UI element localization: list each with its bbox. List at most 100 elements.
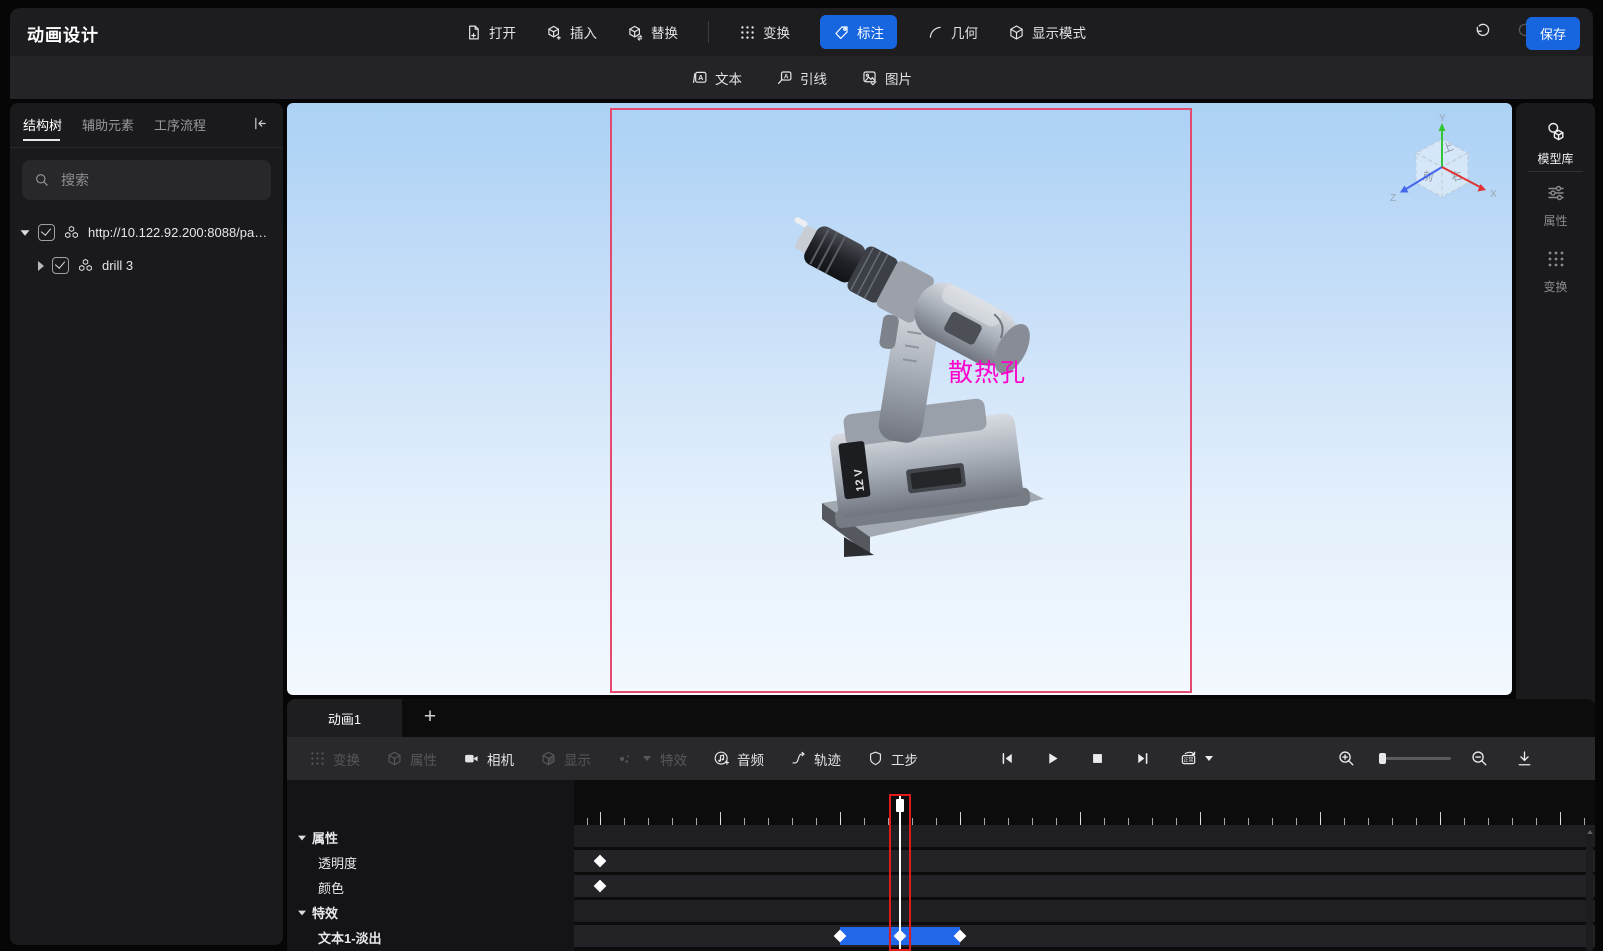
model-library-icon xyxy=(1547,122,1563,141)
row-color[interactable]: 颜色 xyxy=(318,878,344,897)
assembly-icon xyxy=(79,258,92,272)
zoom-in-icon[interactable] xyxy=(1337,749,1356,768)
camera-icon xyxy=(465,754,478,763)
search-icon xyxy=(36,174,48,186)
geometry-button[interactable]: 几何 xyxy=(927,22,978,42)
search-box[interactable] xyxy=(22,160,271,200)
tree-node-drill3[interactable]: drill 3 xyxy=(38,257,133,274)
playback-speed-button[interactable]: 正常 xyxy=(1179,750,1213,767)
track-lane-opacity[interactable] xyxy=(574,850,1595,872)
properties-sliders-icon xyxy=(1547,185,1564,201)
timeline-track-button[interactable]: 轨迹 xyxy=(790,749,841,769)
tree-node-package[interactable]: http://10.122.92.200:8088/pack… xyxy=(20,224,278,241)
annotation-toolbar: A 文本 A 引线 图片 xyxy=(10,56,1593,99)
row-group-effects[interactable]: 特效 xyxy=(297,903,338,922)
track-curve-icon xyxy=(792,751,805,764)
zoom-out-icon[interactable] xyxy=(1470,749,1489,768)
transform-grid-icon xyxy=(741,25,754,39)
save-button[interactable]: 保存 xyxy=(1525,17,1580,50)
leader-annotation-button[interactable]: A 引线 xyxy=(776,68,827,88)
title-bar: 动画设计 打开 插入 替换 变换 标注 几何 显示模式 保存 xyxy=(10,8,1593,56)
sidebar-item-model-library[interactable]: 模型库 xyxy=(1516,121,1595,167)
open-file-icon xyxy=(469,25,479,39)
undo-icon[interactable] xyxy=(1473,23,1492,42)
timeline-step-button[interactable]: 工步 xyxy=(867,749,918,769)
image-annotation-button[interactable]: 图片 xyxy=(861,68,912,88)
timeline-ruler[interactable]: 0 1 2 3 4 5 6 7 8 xyxy=(574,780,1595,886)
display-mode-button[interactable]: 显示模式 xyxy=(1008,22,1086,42)
row-opacity[interactable]: 透明度 xyxy=(318,853,357,872)
tab-auxiliary-elements[interactable]: 辅助元素 xyxy=(82,115,134,134)
insert-cube-icon xyxy=(548,25,561,40)
timeline-audio-button[interactable]: 音频 xyxy=(713,749,764,769)
track-lane-text1-fadeout[interactable] xyxy=(574,925,1595,947)
audio-icon xyxy=(714,751,730,765)
group-lane-effects xyxy=(574,900,1595,922)
image-icon xyxy=(863,71,877,86)
export-icon[interactable] xyxy=(1515,749,1534,768)
speed-dropdown-caret xyxy=(1205,756,1213,761)
prev-frame-icon[interactable] xyxy=(999,750,1016,767)
gizmo-axis-x: X xyxy=(1490,189,1497,200)
insert-button[interactable]: 插入 xyxy=(546,22,597,42)
track-lane-color[interactable] xyxy=(574,875,1595,897)
text-annotation-button[interactable]: A 文本 xyxy=(691,68,742,88)
effects-sparkle-icon xyxy=(620,755,629,763)
group-expand-icon[interactable] xyxy=(298,910,306,915)
row-group-properties[interactable]: 属性 xyxy=(297,828,338,847)
timeline-properties-button[interactable]: 属性 xyxy=(386,749,437,769)
cube-icon xyxy=(388,751,401,766)
sidebar-item-transform[interactable]: 变换 xyxy=(1516,249,1595,295)
add-animation-tab-button[interactable]: + xyxy=(415,703,445,733)
svg-text:正常: 正常 xyxy=(1184,757,1194,764)
open-button[interactable]: 打开 xyxy=(465,22,516,42)
node-checkbox[interactable] xyxy=(52,257,69,274)
display-mode-cube-icon xyxy=(1010,24,1023,40)
tab-structure-tree[interactable]: 结构树 xyxy=(23,115,62,134)
text-annotation-icon: A xyxy=(692,71,707,84)
playhead-handle[interactable] xyxy=(896,799,904,812)
expand-arrow-icon[interactable] xyxy=(20,229,30,236)
annotate-button[interactable]: 标注 xyxy=(820,15,897,49)
effects-dropdown-caret xyxy=(643,756,651,761)
timeline-panel: 动画1 + 变换 属性 相机 显示 特效 音频 轨迹 工步 正常 属性 透明度 … xyxy=(287,699,1595,951)
annotation-text[interactable]: 散热孔 xyxy=(948,353,1026,389)
search-input[interactable] xyxy=(59,171,253,189)
replace-button[interactable]: 替换 xyxy=(627,22,678,42)
next-frame-icon[interactable] xyxy=(1134,750,1151,767)
group-expand-icon[interactable] xyxy=(298,835,306,840)
tab-process-flow[interactable]: 工序流程 xyxy=(154,115,206,134)
timeline-camera-button[interactable]: 相机 xyxy=(463,749,514,769)
timeline-display-button[interactable]: 显示 xyxy=(540,749,591,769)
active-tab-underline xyxy=(23,139,60,141)
tree-node-label: http://10.122.92.200:8088/pack… xyxy=(88,225,268,240)
transform-button[interactable]: 变换 xyxy=(739,22,790,42)
zoom-slider-handle[interactable] xyxy=(1379,753,1386,764)
collapse-left-icon[interactable] xyxy=(252,115,269,132)
sidebar-item-properties[interactable]: 属性 xyxy=(1516,183,1595,229)
sidebar-tabs-divider xyxy=(10,147,283,148)
timeline-scrollbar[interactable] xyxy=(1586,827,1593,951)
row-text1-fadeout[interactable]: 文本1-淡出 xyxy=(318,928,382,947)
svg-text:A: A xyxy=(698,73,704,82)
node-checkbox[interactable] xyxy=(38,224,55,241)
timeline-effects-button[interactable]: 特效 xyxy=(617,749,687,769)
playhead-line[interactable] xyxy=(899,796,901,949)
collapsed-arrow-icon[interactable] xyxy=(38,260,44,271)
display-cube-icon xyxy=(542,751,555,766)
geometry-arc-icon xyxy=(929,26,941,38)
right-sidebar-divider xyxy=(1528,171,1583,172)
toolbar-divider xyxy=(708,21,709,43)
annotate-tag-icon xyxy=(835,25,848,39)
stop-icon[interactable] xyxy=(1089,750,1106,767)
orientation-gizmo[interactable]: 上 前 右 Y Z X xyxy=(1384,113,1504,223)
animation-tab[interactable]: 动画1 xyxy=(287,699,402,737)
playhead-selection-box[interactable] xyxy=(889,794,911,951)
play-icon[interactable] xyxy=(1044,750,1061,767)
viewport-3d[interactable]: 12 V 散热孔 上 前 右 Y Z X xyxy=(287,103,1512,695)
structure-sidebar: 结构树 辅助元素 工序流程 http://10.122.92.200:8088/… xyxy=(10,103,283,945)
timeline-zoom-slider[interactable] xyxy=(1379,753,1451,764)
svg-text:A: A xyxy=(784,73,789,80)
replace-cube-icon xyxy=(629,25,643,41)
timeline-transform-button[interactable]: 变换 xyxy=(309,749,360,769)
